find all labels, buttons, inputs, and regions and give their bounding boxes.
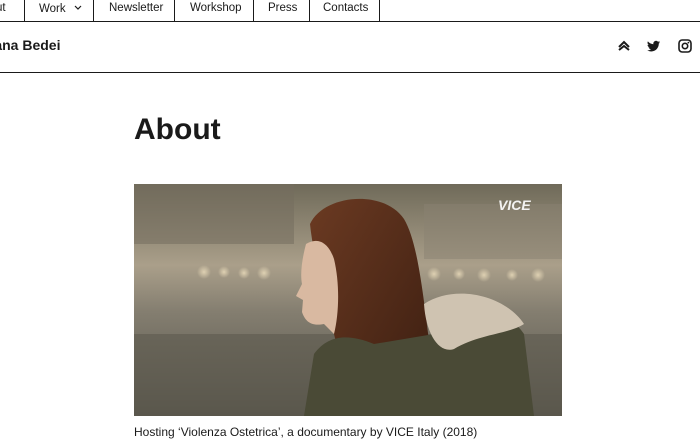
nav-item-about[interactable]: ut (0, 0, 26, 21)
vice-watermark: VICE (498, 197, 531, 213)
hero-image: VICE (134, 184, 562, 416)
nav-item-workshop[interactable]: Workshop (174, 0, 254, 21)
nav-item-press[interactable]: Press (253, 0, 310, 21)
twitter-icon[interactable] (647, 39, 661, 53)
image-caption: Hosting ‘Violenza Ostetrica’, a document… (134, 425, 478, 439)
top-navigation: ut Work Newsletter Workshop Press Contac… (0, 0, 700, 22)
site-header: stiana Bedei (0, 22, 700, 73)
vice-icon[interactable] (617, 39, 631, 53)
nav-item-label: ut (0, 2, 6, 14)
nav-item-label: Workshop (190, 2, 242, 14)
hero-photo: VICE (134, 184, 562, 416)
nav-item-label: Work (39, 3, 66, 15)
page-title: About (134, 113, 221, 146)
nav-item-work[interactable]: Work (24, 0, 94, 21)
chevron-down-icon (74, 1, 82, 16)
nav-item-label: Press (268, 2, 298, 14)
nav-item-label: Contacts (323, 2, 369, 14)
site-title[interactable]: stiana Bedei (0, 37, 60, 53)
instagram-icon[interactable] (678, 39, 692, 53)
nav-item-contacts[interactable]: Contacts (309, 0, 380, 21)
nav-item-label: Newsletter (109, 2, 164, 14)
nav-item-newsletter[interactable]: Newsletter (93, 0, 175, 21)
